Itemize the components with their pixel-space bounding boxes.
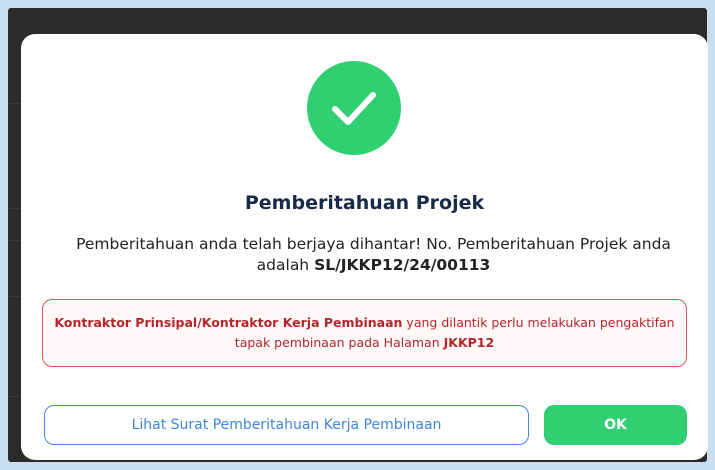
background-divider [8,103,22,104]
background-divider [8,396,22,397]
modal-title: Pemberitahuan Projek [244,192,485,214]
activation-notice: Kontraktor Prinsipal/Kontraktor Kerja Pe… [42,299,687,367]
notice-page-name: JKKP12 [443,335,495,350]
check-circle-icon [307,61,401,155]
success-modal: Pemberitahuan Projek Pemberitahuan anda … [21,34,708,460]
background-divider [8,240,22,241]
reference-number: SL/JKKP12/24/00113 [314,256,491,274]
background-divider [8,296,22,297]
ok-button[interactable]: OK [544,405,687,445]
notice-contractor-text: Kontraktor Prinsipal/Kontraktor Kerja Pe… [54,315,403,330]
modal-message: Pemberitahuan anda telah berjaya dihanta… [61,234,686,276]
view-letter-button[interactable]: Lihat Surat Pemberitahuan Kerja Pembinaa… [44,405,529,445]
background-divider [8,208,22,209]
